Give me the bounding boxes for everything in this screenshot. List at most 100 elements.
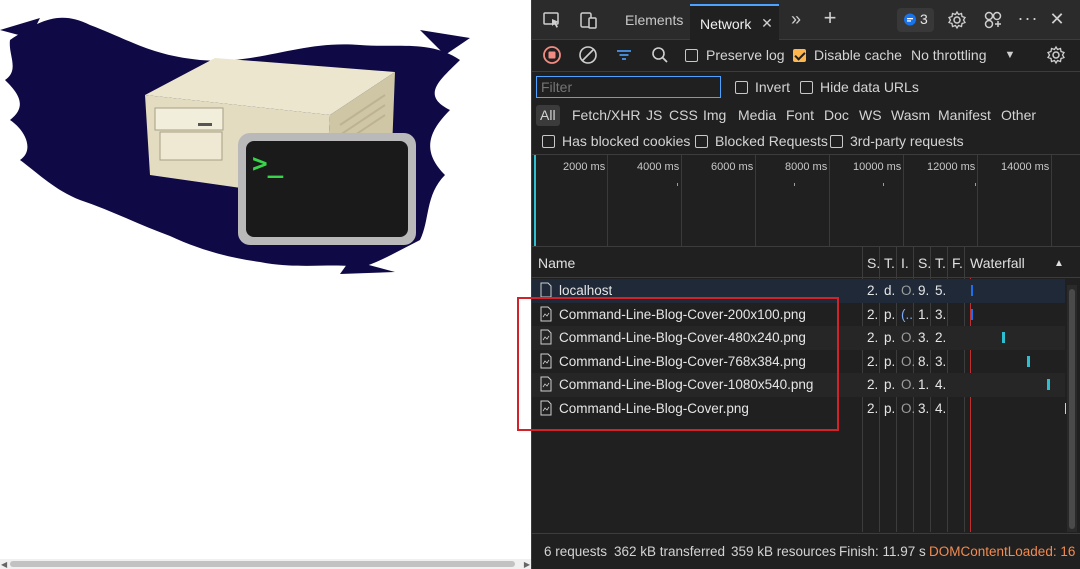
invert-checkbox[interactable] bbox=[735, 81, 748, 94]
dropdown-icon[interactable]: ▼ bbox=[1003, 48, 1017, 62]
request-time: 4. bbox=[935, 400, 947, 416]
request-initiator: O. bbox=[901, 283, 916, 298]
has-blocked-cookies-checkbox[interactable] bbox=[542, 135, 555, 148]
filter-input[interactable] bbox=[536, 76, 721, 98]
type-media[interactable]: Media bbox=[734, 105, 780, 126]
request-type: p. bbox=[884, 306, 896, 322]
connection-icon[interactable] bbox=[983, 10, 1003, 30]
throttling-select[interactable]: No throttling bbox=[911, 47, 986, 63]
request-size: 3. bbox=[918, 400, 930, 416]
request-initiator: O. bbox=[901, 377, 916, 392]
overview-tick: 2000 ms bbox=[563, 161, 606, 173]
column-type[interactable]: T. bbox=[884, 255, 895, 271]
hide-data-urls-label: Hide data URLs bbox=[820, 79, 919, 95]
network-status-bar: 6 requests 362 kB transferred 359 kB res… bbox=[532, 533, 1080, 569]
page-horizontal-scrollbar[interactable]: ◀ ▶ bbox=[0, 559, 531, 569]
more-tabs-icon[interactable]: » bbox=[786, 9, 806, 29]
request-status: 2. bbox=[867, 330, 879, 345]
waterfall-bar bbox=[971, 308, 973, 320]
type-css[interactable]: CSS bbox=[665, 105, 702, 126]
request-type: d. bbox=[884, 283, 896, 298]
device-emulation-icon[interactable] bbox=[578, 10, 598, 30]
close-tab-icon[interactable]: ✕ bbox=[760, 15, 774, 31]
request-time: 5. bbox=[935, 283, 947, 298]
column-initiator[interactable]: I. bbox=[901, 255, 909, 271]
type-wasm[interactable]: Wasm bbox=[887, 105, 934, 126]
column-name[interactable]: Name bbox=[538, 255, 575, 271]
request-size: 3. bbox=[918, 330, 930, 345]
type-fetch-xhr[interactable]: Fetch/XHR bbox=[568, 105, 644, 126]
type-doc[interactable]: Doc bbox=[820, 105, 853, 126]
type-other[interactable]: Other bbox=[997, 105, 1040, 126]
third-party-requests-checkbox[interactable] bbox=[830, 135, 843, 148]
disable-cache-checkbox[interactable] bbox=[793, 49, 806, 62]
settings-icon[interactable] bbox=[947, 10, 967, 30]
invert-label: Invert bbox=[755, 79, 791, 95]
type-font[interactable]: Font bbox=[782, 105, 818, 126]
request-status: 2. bbox=[867, 353, 879, 369]
request-status: 2. bbox=[867, 306, 879, 322]
blocked-requests-checkbox[interactable] bbox=[695, 135, 708, 148]
status-transferred: 362 kB transferred bbox=[614, 544, 726, 559]
request-initiator: O. bbox=[901, 330, 916, 345]
overview-tick: 12000 ms bbox=[927, 161, 976, 173]
clear-icon[interactable] bbox=[578, 45, 598, 65]
request-size: 1. bbox=[918, 306, 930, 322]
request-initiator[interactable]: (.. bbox=[901, 307, 913, 322]
disable-cache-label: Disable cache bbox=[814, 47, 902, 63]
overview-tick: 14000 ms bbox=[1001, 161, 1050, 173]
inspect-icon[interactable] bbox=[542, 10, 562, 30]
close-devtools-icon[interactable]: ✕ bbox=[1047, 9, 1067, 29]
hide-data-urls-checkbox[interactable] bbox=[800, 81, 813, 94]
request-time: 2. bbox=[935, 330, 947, 345]
column-waterfall[interactable]: Waterfall bbox=[970, 255, 1025, 271]
column-fulfilled[interactable]: F. bbox=[952, 255, 963, 271]
status-dom-content-loaded: DOMContentLoaded: 16 bbox=[929, 544, 1076, 559]
tab-network[interactable]: Network ✕ bbox=[690, 4, 779, 40]
table-header: Name S. T. I. S. T. F. Waterfall ▲ bbox=[532, 247, 1080, 278]
network-toolbar: Preserve log Disable cache No throttling… bbox=[532, 40, 1080, 72]
request-status: 2. bbox=[867, 283, 879, 298]
issues-badge[interactable]: 3 bbox=[897, 8, 934, 32]
request-name: localhost bbox=[559, 283, 613, 298]
overview-tick: 8000 ms bbox=[785, 161, 828, 173]
tab-elements[interactable]: Elements bbox=[625, 12, 683, 28]
type-img[interactable]: Img bbox=[699, 105, 730, 126]
preserve-log-checkbox[interactable] bbox=[685, 49, 698, 62]
column-time[interactable]: T. bbox=[935, 255, 946, 271]
status-resources: 359 kB resources bbox=[731, 544, 837, 559]
filter-icon[interactable] bbox=[614, 45, 634, 65]
request-type: p. bbox=[884, 353, 896, 369]
blocked-filter-bar: Has blocked cookies Blocked Requests 3rd… bbox=[532, 128, 1080, 155]
overview-tick: 10000 ms bbox=[853, 161, 902, 173]
search-icon[interactable] bbox=[650, 45, 670, 65]
waterfall-bar bbox=[971, 285, 973, 296]
add-tab-icon[interactable]: + bbox=[820, 5, 840, 30]
request-status: 2. bbox=[867, 377, 879, 392]
scrollbar-thumb[interactable] bbox=[10, 561, 515, 567]
type-js[interactable]: JS bbox=[642, 105, 666, 126]
type-ws[interactable]: WS bbox=[855, 105, 886, 126]
has-blocked-cookies-label: Has blocked cookies bbox=[562, 133, 691, 149]
request-type: p. bbox=[884, 377, 896, 392]
request-type: p. bbox=[884, 330, 896, 345]
scroll-right-icon[interactable]: ▶ bbox=[524, 560, 530, 569]
request-time: 3. bbox=[935, 353, 947, 369]
type-all[interactable]: All bbox=[536, 105, 560, 126]
request-time: 3. bbox=[935, 306, 947, 322]
table-vertical-scrollbar[interactable] bbox=[1067, 285, 1077, 532]
network-settings-icon[interactable] bbox=[1046, 45, 1066, 65]
sort-ascending-icon[interactable]: ▲ bbox=[1052, 256, 1066, 270]
status-requests: 6 requests bbox=[544, 544, 608, 559]
network-overview-timeline[interactable]: 2000 ms 4000 ms 6000 ms 8000 ms 10000 ms… bbox=[532, 155, 1080, 247]
highlight-box bbox=[517, 297, 839, 431]
type-manifest[interactable]: Manifest bbox=[934, 105, 995, 126]
file-icon bbox=[540, 282, 552, 298]
stop-recording-icon[interactable] bbox=[542, 45, 562, 65]
blocked-requests-label: Blocked Requests bbox=[715, 133, 828, 149]
devtools-panel: Elements Network ✕ » + 3 ··· ✕ Preserve … bbox=[531, 0, 1080, 569]
scrollbar-thumb[interactable] bbox=[1069, 289, 1075, 529]
scroll-left-icon[interactable]: ◀ bbox=[1, 560, 7, 569]
status-finish: Finish: 11.97 s bbox=[839, 544, 926, 559]
more-options-icon[interactable]: ··· bbox=[1018, 8, 1038, 28]
